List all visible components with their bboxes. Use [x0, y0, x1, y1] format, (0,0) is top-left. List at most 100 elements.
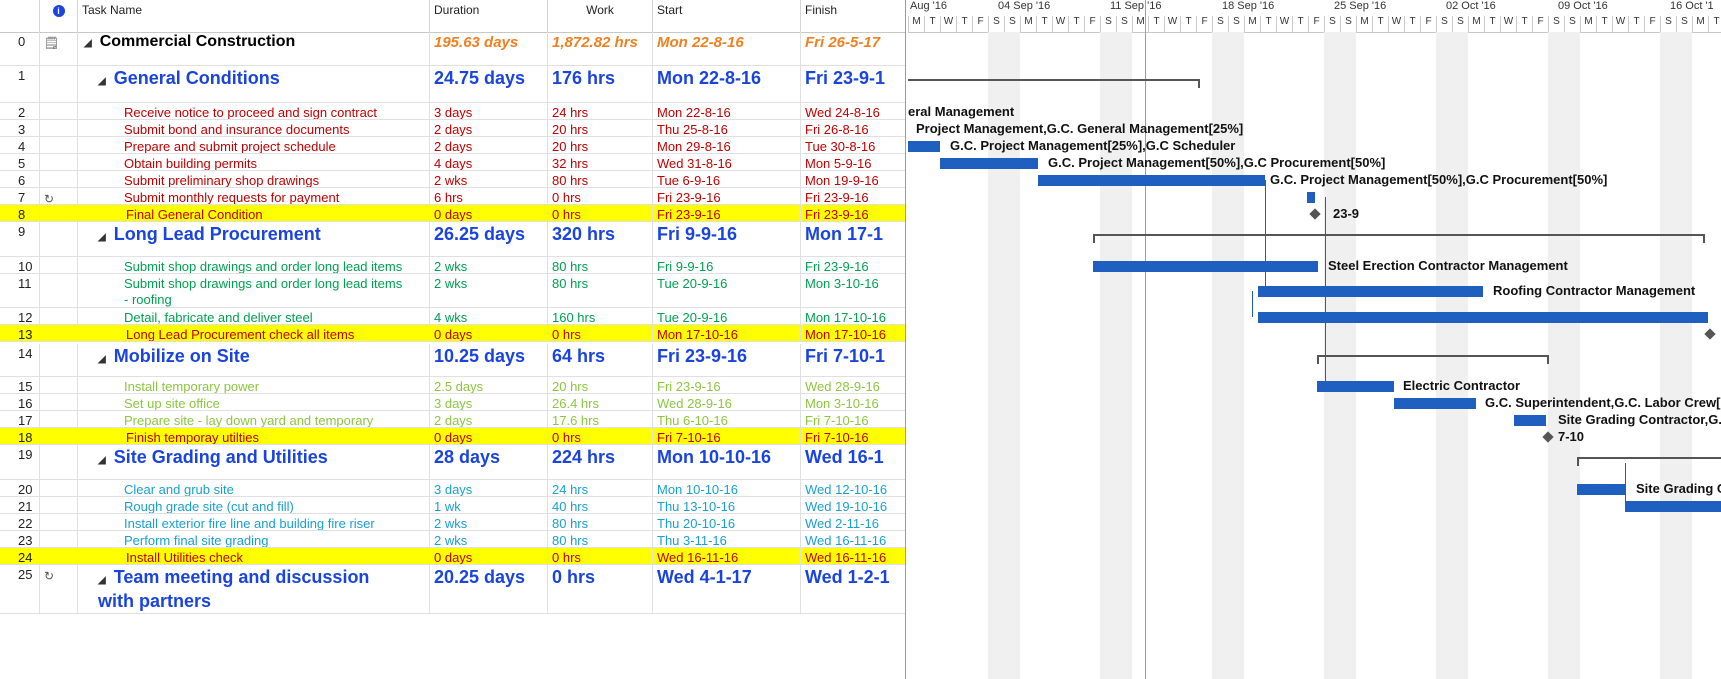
work-cell[interactable]: 0 hrs: [548, 548, 653, 564]
work-cell[interactable]: 0 hrs: [548, 428, 653, 444]
work-cell[interactable]: 32 hrs: [548, 154, 653, 170]
table-row[interactable]: 0 🗒 ◢ Commercial Construction 195.63 days 1,8…: [0, 32, 905, 66]
task-name[interactable]: Obtain building permits: [78, 154, 430, 170]
table-row[interactable]: 10 Submit shop drawings and order long le…: [0, 257, 905, 274]
task-name[interactable]: Prepare site - lay down yard and tempora…: [78, 411, 430, 427]
work-cell[interactable]: 17.6 hrs: [548, 411, 653, 427]
indicator-cell[interactable]: [40, 205, 78, 221]
start-cell[interactable]: Wed 4-1-17: [653, 565, 801, 613]
finish-cell[interactable]: Wed 16-11-16: [801, 548, 905, 564]
task-name[interactable]: ◢ Mobilize on Site: [78, 344, 430, 376]
start-cell[interactable]: Thu 13-10-16: [653, 497, 801, 513]
finish-cell[interactable]: Mon 17-1: [801, 222, 905, 256]
duration-cell[interactable]: 4 days: [430, 154, 548, 170]
start-header[interactable]: Start: [653, 0, 801, 32]
work-cell[interactable]: 24 hrs: [548, 103, 653, 119]
recurring-task-icon[interactable]: ↻: [44, 192, 54, 204]
row-id[interactable]: 21: [0, 497, 40, 513]
table-row[interactable]: 11 Submit shop drawings and order long le…: [0, 274, 905, 308]
task-name[interactable]: Submit monthly requests for payment: [78, 188, 430, 204]
duration-cell[interactable]: 2.5 days: [430, 377, 548, 393]
row-id[interactable]: 24: [0, 548, 40, 564]
start-cell[interactable]: Fri 23-9-16: [653, 205, 801, 221]
row-id[interactable]: 12: [0, 308, 40, 324]
row-id[interactable]: 20: [0, 480, 40, 496]
indicator-cell[interactable]: [40, 514, 78, 530]
finish-cell[interactable]: Mon 3-10-16: [801, 274, 905, 307]
finish-cell[interactable]: Wed 28-9-16: [801, 377, 905, 393]
duration-cell[interactable]: 2 days: [430, 411, 548, 427]
row-id[interactable]: 11: [0, 274, 40, 307]
table-row[interactable]: 4 Prepare and submit project schedule 2 da…: [0, 137, 905, 154]
finish-cell[interactable]: Fri 23-9-1: [801, 66, 905, 102]
task-bar[interactable]: [1317, 380, 1394, 392]
work-cell[interactable]: 20 hrs: [548, 137, 653, 153]
collapse-triangle-icon[interactable]: ◢: [98, 350, 106, 370]
duration-cell[interactable]: 0 days: [430, 428, 548, 444]
task-name[interactable]: ◢ Long Lead Procurement: [78, 222, 430, 256]
task-name[interactable]: Clear and grub site: [78, 480, 430, 496]
weekend-shade[interactable]: [1660, 32, 1692, 679]
row-id[interactable]: 7: [0, 188, 40, 204]
table-row[interactable]: 9 ◢ Long Lead Procurement 26.25 days 320 hrs…: [0, 222, 905, 257]
row-id[interactable]: 5: [0, 154, 40, 170]
start-cell[interactable]: Wed 28-9-16: [653, 394, 801, 410]
dependency-link[interactable]: [1265, 179, 1266, 291]
task-name[interactable]: Submit preliminary shop drawings: [78, 171, 430, 187]
table-row[interactable]: 21 Rough grade site (cut and fill) 1 wk 40 …: [0, 497, 905, 514]
work-cell[interactable]: 80 hrs: [548, 274, 653, 307]
indicator-cell[interactable]: [40, 428, 78, 444]
summary-bracket[interactable]: [1577, 456, 1721, 466]
start-cell[interactable]: Mon 29-8-16: [653, 137, 801, 153]
indicator-cell[interactable]: [40, 137, 78, 153]
indicator-cell[interactable]: 🗒: [40, 32, 78, 65]
row-id[interactable]: 22: [0, 514, 40, 530]
task-name[interactable]: ◢ Team meeting and discussion with partner…: [78, 565, 430, 613]
finish-cell[interactable]: Wed 2-11-16: [801, 514, 905, 530]
collapse-triangle-icon[interactable]: ◢: [98, 571, 106, 591]
row-id[interactable]: 23: [0, 531, 40, 547]
table-row[interactable]: 12 Detail, fabricate and deliver steel 4 w…: [0, 308, 905, 325]
duration-cell[interactable]: 20.25 days: [430, 565, 548, 613]
indicator-cell[interactable]: [40, 257, 78, 273]
row-id[interactable]: 14: [0, 344, 40, 376]
duration-cell[interactable]: 2 days: [430, 120, 548, 136]
indicator-cell[interactable]: [40, 377, 78, 393]
start-cell[interactable]: Mon 17-10-16: [653, 325, 801, 341]
finish-cell[interactable]: Fri 23-9-16: [801, 188, 905, 204]
duration-cell[interactable]: 3 days: [430, 480, 548, 496]
start-cell[interactable]: Tue 20-9-16: [653, 274, 801, 307]
work-cell[interactable]: 64 hrs: [548, 344, 653, 376]
work-cell[interactable]: 320 hrs: [548, 222, 653, 256]
id-header[interactable]: [0, 0, 40, 32]
duration-header[interactable]: Duration: [430, 0, 548, 32]
start-cell[interactable]: Wed 16-11-16: [653, 548, 801, 564]
collapse-triangle-icon[interactable]: ◢: [98, 228, 106, 248]
table-row[interactable]: 15 Install temporary power 2.5 days 20 hrs F…: [0, 377, 905, 394]
table-row[interactable]: 18 Finish temporay utilties 0 days 0 hrs Fri…: [0, 428, 905, 445]
work-cell[interactable]: 40 hrs: [548, 497, 653, 513]
task-name[interactable]: ◢ Site Grading and Utilities: [78, 445, 430, 479]
milestone-diamond[interactable]: [1309, 207, 1321, 220]
finish-cell[interactable]: Fri 7-10-16: [801, 411, 905, 427]
duration-cell[interactable]: 3 days: [430, 394, 548, 410]
start-cell[interactable]: Fri 9-9-16: [653, 257, 801, 273]
duration-cell[interactable]: 28 days: [430, 445, 548, 479]
task-name[interactable]: Perform final site grading: [78, 531, 430, 547]
work-cell[interactable]: 1,872.82 hrs: [548, 32, 653, 65]
finish-header[interactable]: Finish: [801, 0, 905, 32]
work-cell[interactable]: 224 hrs: [548, 445, 653, 479]
task-bar[interactable]: [940, 157, 1038, 169]
finish-cell[interactable]: Wed 12-10-16: [801, 480, 905, 496]
row-id[interactable]: 16: [0, 394, 40, 410]
row-id[interactable]: 8: [0, 205, 40, 221]
finish-cell[interactable]: Wed 24-8-16: [801, 103, 905, 119]
finish-cell[interactable]: Mon 3-10-16: [801, 394, 905, 410]
start-cell[interactable]: Mon 10-10-16: [653, 445, 801, 479]
collapse-triangle-icon[interactable]: ◢: [98, 72, 106, 92]
row-id[interactable]: 19: [0, 445, 40, 479]
table-row[interactable]: 17 Prepare site - lay down yard and tempo…: [0, 411, 905, 428]
finish-cell[interactable]: Wed 19-10-16: [801, 497, 905, 513]
start-cell[interactable]: Fri 9-9-16: [653, 222, 801, 256]
finish-cell[interactable]: Wed 1-2-1: [801, 565, 905, 613]
